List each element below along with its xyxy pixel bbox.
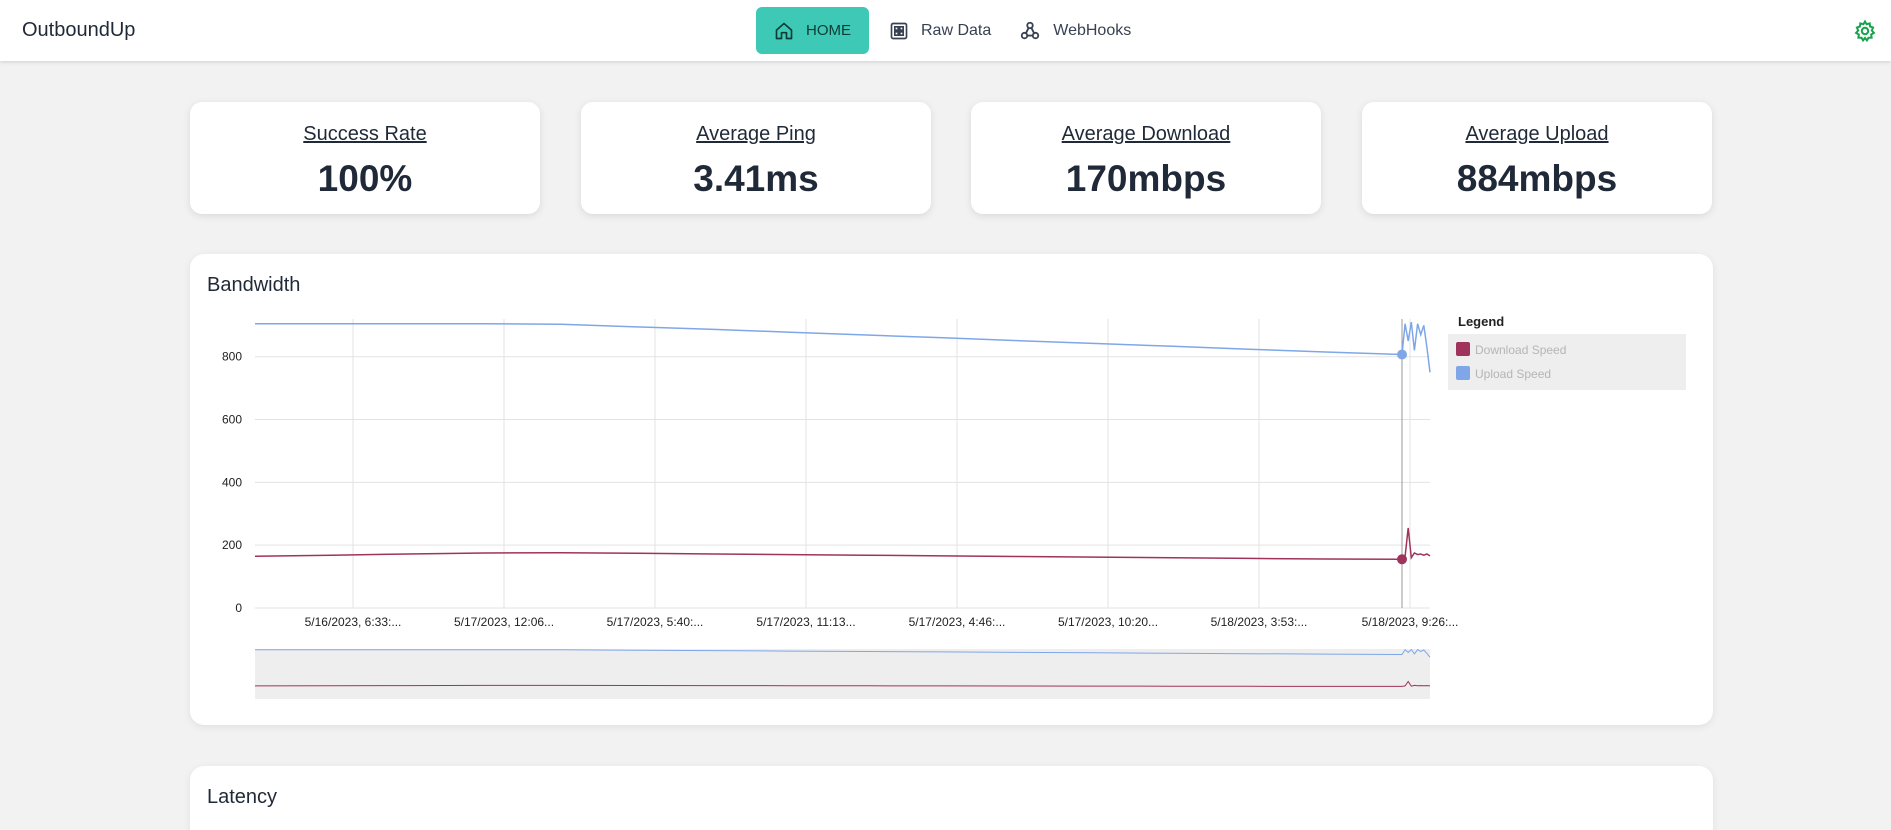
stat-card-average-upload: Average Upload 884mbps [1362,102,1712,214]
download-speed-point [1397,554,1407,565]
legend-swatch-upload [1456,366,1470,380]
app-brand[interactable]: OutboundUp [22,19,135,42]
nav-home[interactable]: HOME [756,7,869,54]
stat-card-average-ping: Average Ping 3.41ms [581,102,931,214]
nav-webhooks[interactable]: WebHooks [1005,7,1145,54]
legend-title: Legend [1458,314,1504,329]
nav-home-label: HOME [806,22,851,39]
y-tick-label: 600 [222,413,242,427]
grid-icon [890,22,908,39]
nav-raw-data[interactable]: Raw Data [875,7,1005,54]
x-tick-label: 5/17/2023, 4:46:... [909,615,1006,629]
home-icon [775,22,793,39]
latency-panel: Latency [190,766,1713,830]
stat-value: 170mbps [1065,158,1227,199]
bandwidth-chart[interactable]: 0 200 400 600 800 5/16/2023, 6:33:... 5/17/20… [190,254,1713,725]
stat-label: Average Download [1061,123,1231,145]
download-speed-line [254,527,1431,561]
x-tick-label: 5/17/2023, 11:13... [756,615,855,629]
stat-value: 3.41ms [693,158,819,199]
x-tick-label: 5/17/2023, 10:20... [1058,615,1158,629]
brush-background [255,649,1430,699]
stat-value: 100% [317,158,413,199]
gear-icon[interactable] [1853,19,1877,43]
stat-label: Average Upload [1465,123,1609,145]
x-tick-label: 5/17/2023, 12:06... [454,615,554,629]
nav-raw-data-label: Raw Data [921,21,992,39]
y-tick-label: 0 [235,601,242,615]
y-tick-label: 400 [222,475,242,489]
latency-title: Latency [207,786,278,808]
upload-speed-line [255,321,1431,373]
stat-value: 884mbps [1456,158,1618,199]
chart-brush [254,648,1431,699]
webhook-icon [1021,21,1040,39]
stat-card-average-download: Average Download 170mbps [971,102,1321,214]
stat-label: Average Ping [696,123,816,145]
x-tick-label: 5/18/2023, 9:26:... [1362,615,1459,629]
upload-speed-point [1397,349,1407,360]
y-tick-label: 800 [222,350,242,364]
y-tick-label: 200 [222,538,242,552]
chart-grid [255,319,1430,609]
x-tick-label: 5/18/2023, 3:53:... [1211,615,1308,629]
bandwidth-panel: Bandwidth 0 200 400 600 800 5/16/2023, 6:33:… [190,254,1713,725]
x-tick-label: 5/16/2023, 6:33:... [305,615,402,629]
legend-swatch-download [1456,342,1470,356]
x-axis-ticks: 5/16/2023, 6:33:... 5/17/2023, 12:06... 5/… [305,615,1459,629]
top-navbar: OutboundUp HOME Raw Data WebHooks [0,0,1891,61]
chart-series [254,319,1431,608]
chart-legend: Legend Download Speed Upload Speed [1448,314,1686,390]
stat-label: Success Rate [303,123,427,145]
main-nav: HOME Raw Data WebHooks [756,7,1145,54]
y-axis-ticks: 0 200 400 600 800 [222,350,242,615]
nav-webhooks-label: WebHooks [1053,21,1132,39]
legend-item-download[interactable]: Download Speed [1475,343,1566,357]
stat-card-success-rate: Success Rate 100% [190,102,540,214]
legend-item-upload[interactable]: Upload Speed [1475,367,1551,381]
x-tick-label: 5/17/2023, 5:40:... [607,615,704,629]
